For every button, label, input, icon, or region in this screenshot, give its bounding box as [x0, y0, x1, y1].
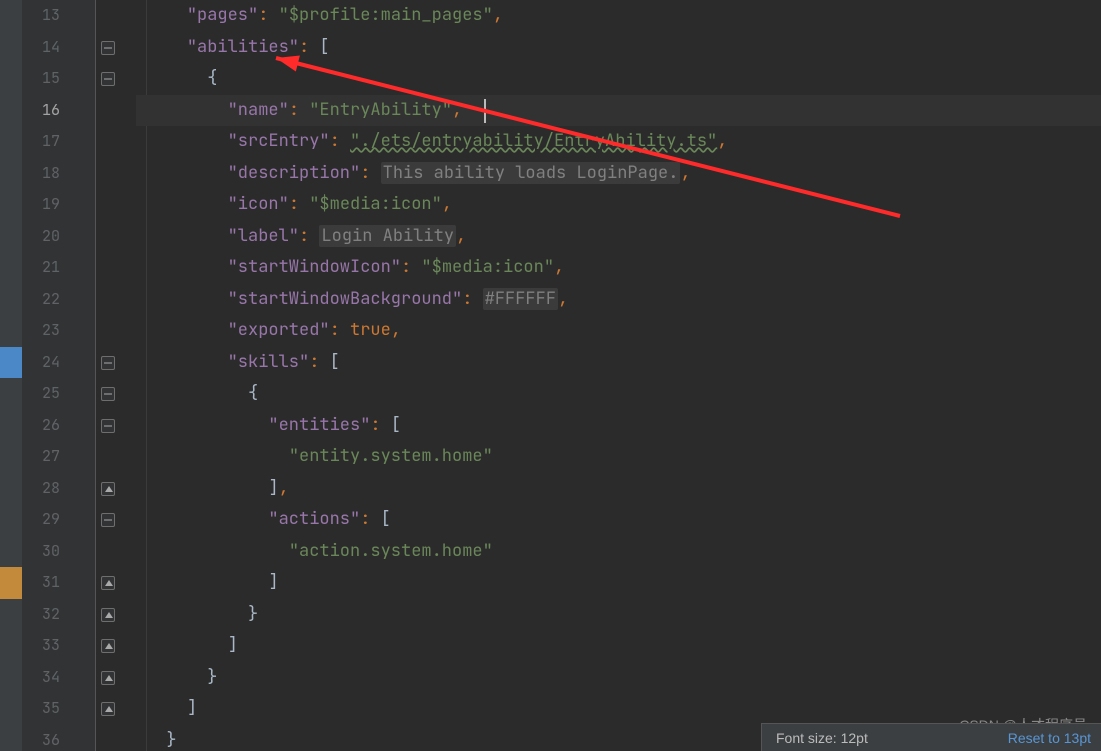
line-number: 16 [22, 95, 70, 127]
gutter-marker[interactable] [0, 347, 22, 379]
fold-collapse-icon[interactable] [101, 419, 115, 433]
code-line[interactable]: "description": This ability loads LoginP… [136, 158, 1101, 190]
fold-collapse-icon[interactable] [101, 356, 115, 370]
code-line[interactable]: ] [136, 630, 1101, 662]
line-number: 19 [22, 189, 70, 221]
code-line[interactable]: "entity.system.home" [136, 441, 1101, 473]
code-line[interactable]: } [136, 662, 1101, 694]
line-number: 21 [22, 252, 70, 284]
line-number: 26 [22, 410, 70, 442]
code-line[interactable]: "pages": "$profile:main_pages", [136, 0, 1101, 32]
fold-end-icon[interactable] [101, 671, 115, 685]
code-line[interactable]: "skills": [ [136, 347, 1101, 379]
fold-collapse-icon[interactable] [101, 41, 115, 55]
line-number: 33 [22, 630, 70, 662]
text-caret [484, 99, 486, 123]
fold-collapse-icon[interactable] [101, 513, 115, 527]
line-number: 31 [22, 567, 70, 599]
line-number: 34 [22, 662, 70, 694]
breakpoint-gutter[interactable] [0, 0, 22, 751]
code-line[interactable]: "abilities": [ [136, 32, 1101, 64]
fold-gutter[interactable] [70, 0, 96, 751]
fold-end-icon[interactable] [101, 639, 115, 653]
line-number: 20 [22, 221, 70, 253]
code-line[interactable]: "srcEntry": "./ets/entryability/EntryAbi… [136, 126, 1101, 158]
line-number: 23 [22, 315, 70, 347]
line-number: 32 [22, 599, 70, 631]
line-number: 30 [22, 536, 70, 568]
code-line[interactable]: } [136, 599, 1101, 631]
fold-end-icon[interactable] [101, 576, 115, 590]
line-number: 22 [22, 284, 70, 316]
fold-end-icon[interactable] [101, 702, 115, 716]
code-line[interactable]: ] [136, 693, 1101, 725]
line-number: 36 [22, 725, 70, 751]
code-line[interactable]: ] [136, 567, 1101, 599]
code-line[interactable]: "startWindowBackground": #FFFFFF, [136, 284, 1101, 316]
code-line[interactable]: "action.system.home" [136, 536, 1101, 568]
fold-end-icon[interactable] [101, 608, 115, 622]
code-line[interactable]: { [136, 378, 1101, 410]
line-number: 35 [22, 693, 70, 725]
line-number: 28 [22, 473, 70, 505]
fold-end-icon[interactable] [101, 482, 115, 496]
fold-collapse-icon[interactable] [101, 72, 115, 86]
line-number: 15 [22, 63, 70, 95]
code-line[interactable]: "exported": true, [136, 315, 1101, 347]
code-line[interactable]: ], [136, 473, 1101, 505]
code-line[interactable]: { [136, 63, 1101, 95]
line-number: 14 [22, 32, 70, 64]
line-number: 24 [22, 347, 70, 379]
code-line[interactable]: "startWindowIcon": "$media:icon", [136, 252, 1101, 284]
code-line[interactable]: "name": "EntryAbility", [136, 95, 1101, 127]
font-size-popup[interactable]: Font size: 12pt Reset to 13pt [761, 723, 1101, 751]
fold-collapse-icon[interactable] [101, 387, 115, 401]
line-number: 18 [22, 158, 70, 190]
code-line[interactable]: "entities": [ [136, 410, 1101, 442]
font-size-label: Font size: 12pt [776, 730, 868, 746]
line-number: 27 [22, 441, 70, 473]
code-line[interactable]: "icon": "$media:icon", [136, 189, 1101, 221]
code-line[interactable]: "label": Login Ability, [136, 221, 1101, 253]
code-editor[interactable]: "pages": "$profile:main_pages", "abiliti… [136, 0, 1101, 751]
line-number: 17 [22, 126, 70, 158]
font-size-reset-link[interactable]: Reset to 13pt [1008, 730, 1091, 746]
line-number: 29 [22, 504, 70, 536]
gutter-marker[interactable] [0, 567, 22, 599]
code-line[interactable]: "actions": [ [136, 504, 1101, 536]
line-number: 13 [22, 0, 70, 32]
line-number: 25 [22, 378, 70, 410]
